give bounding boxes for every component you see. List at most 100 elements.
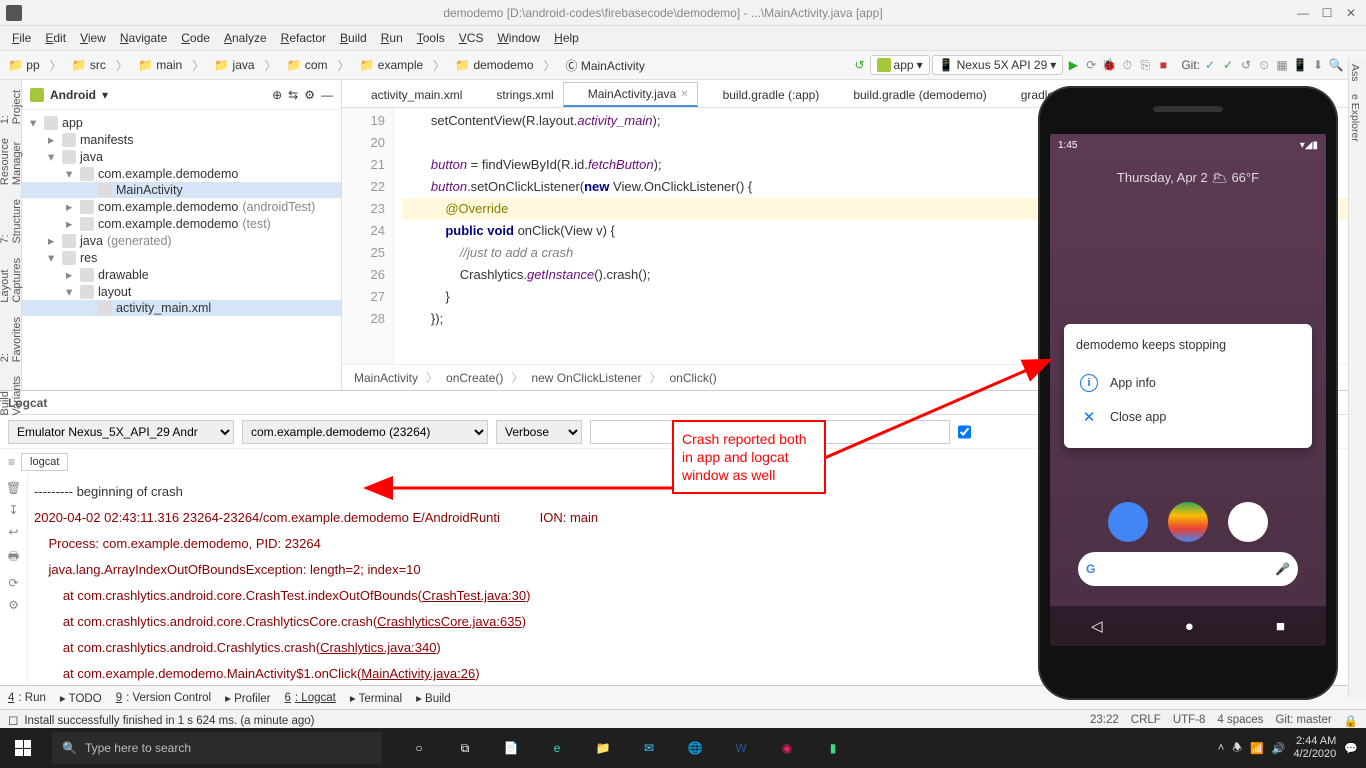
restart-icon[interactable]: ⟳ xyxy=(8,576,18,590)
bottom-tool-version-control[interactable]: 9: Version Control xyxy=(116,692,211,704)
tree-node[interactable]: MainActivity xyxy=(22,182,341,198)
close-button[interactable]: ✕ xyxy=(1342,6,1360,20)
emulator-screen[interactable]: 1:45 ▾◢▮ Thursday, Apr 2 🌥 66°F demodemo… xyxy=(1050,134,1326,646)
editor-tab[interactable]: build.gradle (demodemo) xyxy=(828,83,995,107)
menu-refactor[interactable]: Refactor xyxy=(275,29,332,47)
soft-wrap-icon[interactable]: ↩ xyxy=(8,525,18,539)
search-icon[interactable]: 🔍 xyxy=(1328,57,1344,73)
project-tree[interactable]: ▾app▸manifests▾java▾com.example.demodemo… xyxy=(22,110,341,320)
notifications-icon[interactable]: 💬 xyxy=(1344,742,1358,755)
menu-view[interactable]: View xyxy=(74,29,112,47)
stop-button[interactable]: ■ xyxy=(1155,57,1171,73)
code-breadcrumb-item[interactable]: new OnClickListener xyxy=(531,371,641,385)
run-config-selector[interactable]: app ▾ xyxy=(870,55,930,75)
menu-tools[interactable]: Tools xyxy=(411,29,451,47)
tray-chevron-icon[interactable]: ˄ xyxy=(1218,742,1224,754)
vcs-update-icon[interactable]: ✓ xyxy=(1202,57,1218,73)
stacktrace-link[interactable]: Crashlytics.java:340 xyxy=(320,640,436,655)
android-studio-icon[interactable]: ▮ xyxy=(812,728,854,768)
menu-help[interactable]: Help xyxy=(548,29,585,47)
word-icon[interactable]: W xyxy=(720,728,762,768)
code-breadcrumb-item[interactable]: onClick() xyxy=(669,371,716,385)
device-selector[interactable]: 📱 Nexus 5X API 29 ▾ xyxy=(932,55,1064,75)
breadcrumb-item[interactable]: Ⓒ MainActivity xyxy=(562,55,649,76)
debug-button[interactable]: 🐞 xyxy=(1101,57,1117,73)
task-view-icon[interactable]: ⧉ xyxy=(444,728,486,768)
tree-node[interactable]: ▾layout xyxy=(22,283,341,300)
code-breadcrumb-item[interactable]: onCreate() xyxy=(446,371,503,385)
breadcrumb-item[interactable]: 📁 example xyxy=(356,56,428,74)
apply-changes-icon[interactable]: ⟳ xyxy=(1083,57,1099,73)
tree-node[interactable]: ▸com.example.demodemo (androidTest) xyxy=(22,198,341,215)
collapse-icon[interactable]: ⇆ xyxy=(288,88,298,102)
logcat-device-select[interactable]: Emulator Nexus_5X_API_29 Andr xyxy=(8,420,234,444)
scroll-end-icon[interactable]: ↧ xyxy=(8,503,18,517)
tool-strip-right[interactable]: e Explorer xyxy=(1349,88,1361,148)
breadcrumb-item[interactable]: 📁 src xyxy=(68,56,110,74)
tree-node[interactable]: activity_main.xml xyxy=(22,300,341,316)
tray-volume-icon[interactable]: 🔊 xyxy=(1272,742,1286,755)
start-button[interactable] xyxy=(0,728,46,768)
taskbar-search[interactable]: 🔍 Type here to search xyxy=(52,732,382,764)
logcat-tab[interactable]: logcat xyxy=(21,453,68,471)
tool-strip-right[interactable]: Ass xyxy=(1349,58,1361,88)
editor-tab[interactable]: build.gradle (:app) xyxy=(698,83,829,107)
tool-strip----structure[interactable]: 7: Structure xyxy=(0,195,23,248)
mic-icon[interactable]: 🎤 xyxy=(1275,562,1290,576)
bottom-tool-build[interactable]: ▸ Build xyxy=(416,691,451,705)
attach-debugger-icon[interactable]: ⎘ xyxy=(1137,57,1153,73)
menu-edit[interactable]: Edit xyxy=(39,29,72,47)
avd-manager-icon[interactable]: 📱 xyxy=(1292,57,1308,73)
vcs-commit-icon[interactable]: ✓ xyxy=(1220,57,1236,73)
menu-vcs[interactable]: VCS xyxy=(453,29,490,47)
stacktrace-link[interactable]: MainActivity.java:26 xyxy=(361,666,475,681)
menu-code[interactable]: Code xyxy=(175,29,216,47)
bottom-tool-todo[interactable]: ▸ TODO xyxy=(60,691,102,705)
tree-node[interactable]: ▸java (generated) xyxy=(22,232,341,249)
bottom-tool-terminal[interactable]: ▸ Terminal xyxy=(350,691,402,705)
tree-node[interactable]: ▸com.example.demodemo (test) xyxy=(22,215,341,232)
minimize-button[interactable]: — xyxy=(1294,6,1312,20)
menu-analyze[interactable]: Analyze xyxy=(218,29,273,47)
target-icon[interactable]: ⊕ xyxy=(272,88,282,102)
emu-close-app-button[interactable]: ✕ Close app xyxy=(1076,400,1300,434)
breadcrumb-item[interactable]: 📁 java xyxy=(210,56,258,74)
tree-node[interactable]: ▾com.example.demodemo xyxy=(22,165,341,182)
tree-node[interactable]: ▸manifests xyxy=(22,131,341,148)
profile-button[interactable]: ⏱ xyxy=(1119,57,1135,73)
editor-tab[interactable]: activity_main.xml xyxy=(346,83,471,107)
maximize-button[interactable]: ☐ xyxy=(1318,6,1336,20)
menu-file[interactable]: File xyxy=(6,29,37,47)
editor-tab[interactable]: strings.xml xyxy=(471,83,562,107)
emu-recent-button[interactable]: ■ xyxy=(1276,618,1285,635)
tree-node[interactable]: ▾java xyxy=(22,148,341,165)
project-structure-icon[interactable]: ▦ xyxy=(1274,57,1290,73)
emu-play-icon[interactable] xyxy=(1168,502,1208,542)
print-icon[interactable]: 🖶 xyxy=(8,547,19,568)
taskbar-clock[interactable]: 2:44 AM 4/2/2020 xyxy=(1293,735,1336,761)
emu-home-button[interactable]: ● xyxy=(1185,618,1194,635)
menu-run[interactable]: Run xyxy=(375,29,409,47)
hide-icon[interactable]: — xyxy=(321,88,333,102)
clear-log-icon[interactable]: 🗑 xyxy=(6,481,21,495)
emu-app-info-button[interactable]: i App info xyxy=(1076,366,1300,400)
tool-strip----favorites[interactable]: 2: Favorites xyxy=(0,313,23,366)
memory-indicator-icon[interactable]: 🔒 xyxy=(1344,714,1358,728)
logcat-level-select[interactable]: Verbose xyxy=(496,420,582,444)
code-breadcrumb-item[interactable]: MainActivity xyxy=(354,371,418,385)
breadcrumb-item[interactable]: 📁 main xyxy=(134,56,186,74)
stacktrace-link[interactable]: CrashlyticsCore.java:635 xyxy=(377,614,522,629)
breadcrumb-item[interactable]: 📁 com xyxy=(283,56,332,74)
tree-node[interactable]: ▸drawable xyxy=(22,266,341,283)
menu-window[interactable]: Window xyxy=(491,29,546,47)
mail-icon[interactable]: ✉ xyxy=(628,728,670,768)
filter-icon[interactable]: ≡ xyxy=(8,455,15,469)
emulator-window[interactable]: 1:45 ▾◢▮ Thursday, Apr 2 🌥 66°F demodemo… xyxy=(1038,86,1338,700)
git-branch[interactable]: Git: master xyxy=(1275,714,1331,728)
explorer-icon[interactable]: 📁 xyxy=(582,728,624,768)
camera-icon[interactable]: ◉ xyxy=(766,728,808,768)
emu-app-icon[interactable] xyxy=(1108,502,1148,542)
caret-position[interactable]: 23:22 xyxy=(1090,714,1119,728)
emu-chrome-icon[interactable] xyxy=(1228,502,1268,542)
editor-tab[interactable]: MainActivity.java✕ xyxy=(563,82,698,107)
